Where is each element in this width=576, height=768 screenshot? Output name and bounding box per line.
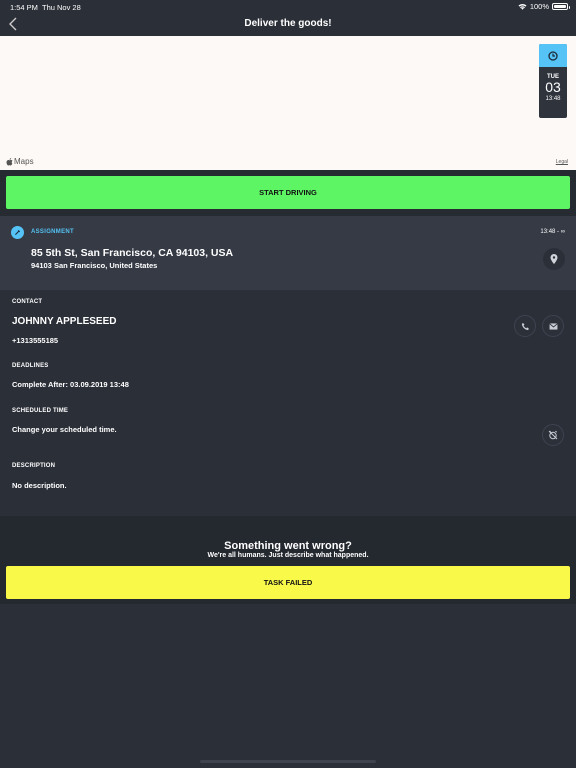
clock-icon [539, 44, 567, 67]
contact-name: JOHNNY APPLESEED [12, 316, 117, 327]
assignment-section: ASSIGNMENT 13:48 - ∞ 85 5th St, San Fran… [0, 216, 576, 290]
alarm-off-icon[interactable] [542, 424, 564, 446]
task-failed-section: Something went wrong? We're all humans. … [0, 516, 576, 604]
status-bar: 1:54 PM Thu Nov 28 100% [0, 0, 576, 14]
maps-logo-text: Maps [14, 157, 34, 166]
phone-icon[interactable] [514, 315, 536, 337]
assignment-time: 13:48 - ∞ [540, 229, 565, 235]
start-driving-band: START DRIVING [0, 170, 576, 216]
assignment-icon [11, 226, 24, 239]
wifi-icon [518, 3, 527, 10]
failure-subheading: We're all humans. Just describe what hap… [207, 552, 369, 559]
contact-label: CONTACT [12, 299, 43, 305]
task-details: CONTACT JOHNNY APPLESEED +1313555185 DEA… [0, 290, 576, 516]
page-title: Deliver the goods! [244, 18, 332, 29]
contact-phone: +1313555185 [12, 336, 59, 345]
date-card[interactable]: TUE 03 13:48 [539, 44, 567, 118]
status-right: 100% [518, 2, 570, 11]
map-view[interactable]: TUE 03 13:48 Maps Legal [0, 36, 576, 170]
assignment-label: ASSIGNMENT [31, 229, 75, 235]
battery-icon [552, 3, 570, 10]
email-icon[interactable] [542, 315, 564, 337]
scheduled-time-label: SCHEDULED TIME [12, 408, 69, 414]
address-line-2: 94103 San Francisco, United States [31, 261, 158, 270]
status-time: 1:54 PM [10, 3, 38, 12]
date-day: 03 [545, 79, 561, 95]
deadlines-label: DEADLINES [12, 363, 49, 369]
legal-link[interactable]: Legal [556, 159, 568, 165]
scheduled-time-value[interactable]: Change your scheduled time. [12, 425, 117, 434]
apple-icon [6, 157, 13, 165]
start-driving-button[interactable]: START DRIVING [6, 176, 570, 209]
location-pin-icon[interactable] [543, 248, 565, 270]
description-label: DESCRIPTION [12, 463, 56, 469]
home-indicator[interactable] [200, 760, 376, 763]
maps-logo: Maps [6, 157, 34, 166]
status-date: Thu Nov 28 [42, 3, 81, 12]
description-value: No description. [12, 481, 67, 490]
failure-heading: Something went wrong? [224, 540, 352, 552]
deadline-value: Complete After: 03.09.2019 13:48 [12, 380, 129, 389]
battery-percent: 100% [529, 2, 549, 11]
date-time: 13:48 [545, 96, 561, 102]
task-failed-button[interactable]: TASK FAILED [6, 566, 570, 599]
address-line-1: 85 5th St, San Francisco, CA 94103, USA [31, 247, 234, 259]
navigation-bar: Deliver the goods! [0, 14, 576, 36]
